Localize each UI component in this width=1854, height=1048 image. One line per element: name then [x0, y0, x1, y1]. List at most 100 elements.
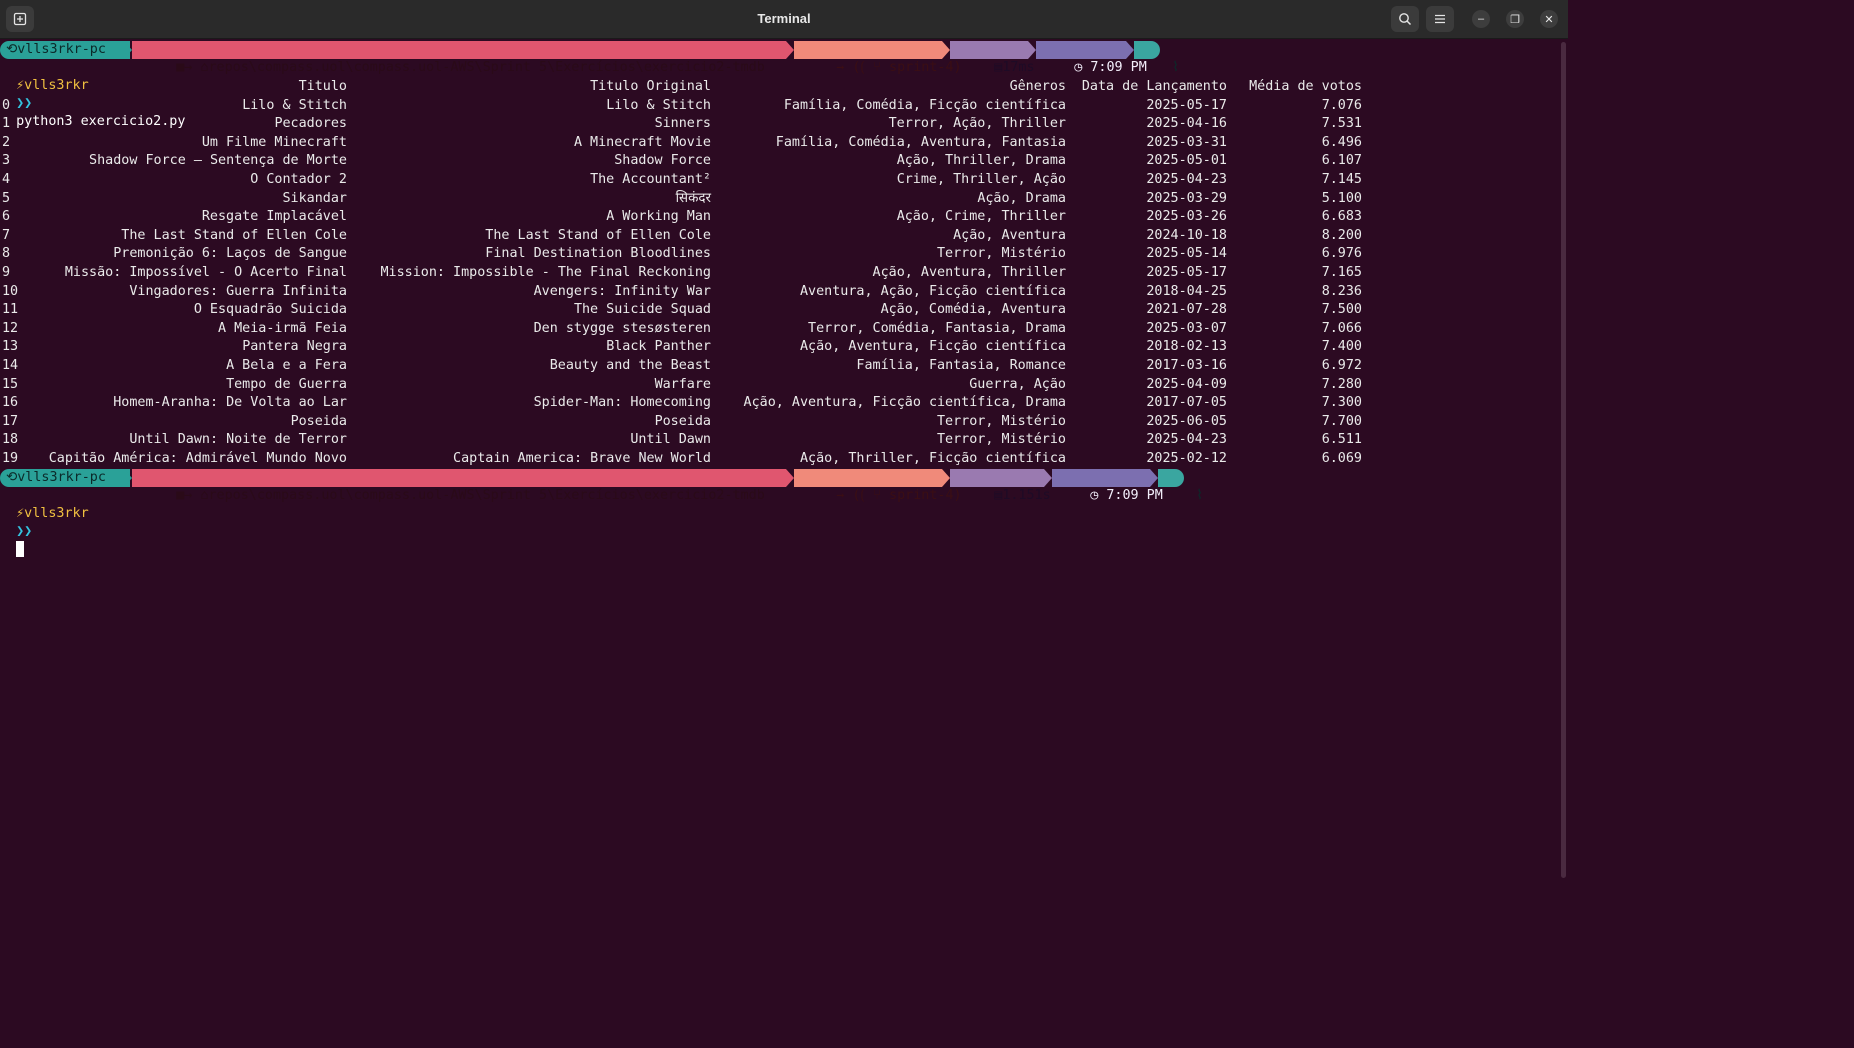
table-row: 7 The Last Stand of Ellen Cole The Last St…	[0, 227, 1400, 245]
table-cell: Mission: Impossible - The Final Reckonin…	[380, 265, 711, 280]
table-cell: 2025-03-26	[1146, 209, 1227, 225]
git-label: (⟮ ⑂ sprint-4)	[852, 60, 962, 75]
table-cell: Terror, Mistério	[937, 246, 1066, 262]
table-cell: The Accountant²	[590, 172, 711, 187]
table-cell: 2025-05-17	[1146, 265, 1227, 280]
table-cell: Um Filme Minecraft	[201, 134, 347, 150]
table-cell: Tempo de Guerra	[226, 376, 347, 392]
clock-icon: ◷	[1074, 60, 1091, 75]
table-cell: Captain America: Brave New World	[453, 451, 711, 466]
row-index: 12	[2, 320, 19, 336]
table-cell: Capitão América: Admirável Mundo Novo	[48, 451, 347, 466]
table-cell: 7.145	[1321, 172, 1362, 187]
table-cell: Ação, Thriller, Drama	[896, 153, 1066, 169]
table-cell: A Working Man	[606, 209, 711, 225]
table-cell: Ação, Crime, Thriller	[896, 209, 1066, 225]
table-cell: 6.496	[1321, 134, 1362, 150]
table-cell: Missão: Impossível - O Acerto Final	[64, 265, 347, 280]
table-cell: 7.531	[1321, 116, 1362, 132]
table-row: 13 Pantera Negra Black Panther Ação, Aventu…	[0, 338, 1400, 356]
table-cell: 8.236	[1321, 283, 1362, 299]
row-index: 10	[2, 283, 19, 299]
column-header: Gêneros	[1009, 79, 1066, 94]
table-cell: Ação, Aventura, Ficção científica	[799, 339, 1066, 355]
table-cell: 7.700	[1321, 413, 1362, 429]
table-cell: Ação, Thriller, Ficção científica	[799, 451, 1066, 466]
table-row: 6 Resgate Implacável A Working Man Ação, Cr…	[0, 208, 1400, 226]
git-segment: → (⟮ ⑂ sprint-4)	[794, 41, 962, 75]
close-button[interactable]: ✕	[1540, 10, 1558, 28]
table-cell: Família, Comédia, Aventura, Fantasia	[775, 134, 1066, 150]
table-cell: 2018-02-13	[1146, 339, 1227, 355]
table-cell: 6.107	[1321, 153, 1362, 169]
table-cell: 7.076	[1321, 97, 1362, 113]
segment-arrow	[124, 469, 132, 487]
segment-arrow	[124, 41, 132, 59]
segment-arrow	[942, 469, 950, 487]
table-cell: Poseida	[654, 413, 711, 429]
minimize-button[interactable]: –	[1472, 10, 1490, 28]
clock-label: 7:09 PM	[1106, 488, 1163, 503]
table-cell: Terror, Mistério	[937, 432, 1066, 448]
segment-arrow	[1126, 41, 1134, 59]
table-cell: 2017-03-16	[1146, 358, 1227, 373]
search-button[interactable]	[1391, 6, 1419, 32]
table-row: 17 Poseida Poseida Terror, Mistério 2025-06-…	[0, 413, 1400, 431]
table-row: 3 Shadow Force – Sentença de Morte Shadow …	[0, 152, 1400, 170]
table-cell: The Suicide Squad	[573, 302, 711, 318]
table-cell: 7.066	[1321, 320, 1362, 336]
column-header: Titulo	[298, 79, 347, 94]
table-cell: Pecadores	[274, 116, 347, 132]
table-cell: The Last Stand of Ellen Cole	[121, 227, 347, 243]
duration-label: 1.151s	[1002, 488, 1051, 503]
duration-segment: ▤1.151s	[950, 469, 1051, 503]
table-cell: Final Destination Bloodlines	[485, 246, 711, 262]
row-index: 6	[2, 209, 11, 225]
prompt-bar-2: ⟲vlls3rkr-pc ■→ ⌂repos\compass.uol\compa…	[0, 469, 1203, 503]
user-label: ⚡vlls3rkr	[16, 506, 89, 521]
table-row: 12 A Meia-irmã Feia Den stygge stesøsteren…	[0, 320, 1400, 338]
row-index: 17	[2, 413, 19, 429]
search-icon	[1399, 13, 1412, 26]
table-row: 19 Capitão América: Admirável Mundo Novo C…	[0, 450, 1400, 468]
row-index: 0	[2, 97, 11, 113]
scrollbar[interactable]	[1561, 42, 1566, 878]
window-titlebar: Terminal – ❐ ✕	[0, 0, 1568, 39]
table-cell: 2025-05-01	[1146, 153, 1227, 169]
table-cell: Ação, Drama	[977, 190, 1066, 206]
command-line-2[interactable]: ⚡vlls3rkr ❯❯	[0, 487, 89, 557]
git-branch-icon: →	[836, 60, 853, 75]
table-cell: Homem-Aranha: De Volta ao Lar	[113, 395, 347, 411]
table-cell: 2025-04-23	[1146, 432, 1227, 448]
table-row: 16 Homem-Aranha: De Volta ao Lar Spider-Ma…	[0, 394, 1400, 412]
git-branch-icon: →	[836, 488, 853, 503]
table-cell: A Bela e a Fera	[226, 358, 347, 373]
table-cell: 2025-05-14	[1146, 246, 1227, 262]
table-row: 1 Pecadores Sinners Terror, Ação, Thriller 2…	[0, 115, 1400, 133]
table-cell: Terror, Comédia, Fantasia, Drama	[808, 320, 1066, 336]
table-cell: 6.972	[1321, 358, 1362, 373]
row-index: 1	[2, 116, 11, 132]
table-cell: 2025-06-05	[1146, 413, 1227, 429]
table-cell: Lilo & Stitch	[242, 97, 347, 113]
table-cell: Resgate Implacável	[201, 209, 347, 225]
table-cell: O Contador 2	[250, 172, 347, 187]
table-cell: Black Panther	[606, 339, 711, 355]
table-cell: 2025-03-07	[1146, 320, 1227, 336]
segment-arrow	[786, 41, 794, 59]
host-label: vlls3rkr-pc	[17, 42, 106, 57]
table-cell: Spider-Man: Homecoming	[533, 395, 711, 411]
pulse-icon: ⌇	[1196, 488, 1203, 503]
table-cell: Terror, Ação, Thriller	[888, 116, 1066, 132]
table-cell: Ação, Aventura, Thriller	[872, 265, 1066, 280]
table-cell: Família, Comédia, Ficção científica	[783, 97, 1066, 113]
table-cell: 8.200	[1321, 227, 1362, 243]
table-cell: 2018-04-25	[1146, 283, 1227, 299]
status-segment: ⌇	[1134, 41, 1179, 75]
menu-button[interactable]	[1426, 6, 1454, 32]
table-cell: 5.100	[1321, 190, 1362, 206]
table-cell: 6.069	[1321, 451, 1362, 466]
table-cell: 6.683	[1321, 209, 1362, 225]
maximize-button[interactable]: ❐	[1506, 10, 1524, 28]
path-segment: ■→ ⌂repos\compass.uol\compass.uol-AWS\Sp…	[132, 469, 786, 503]
